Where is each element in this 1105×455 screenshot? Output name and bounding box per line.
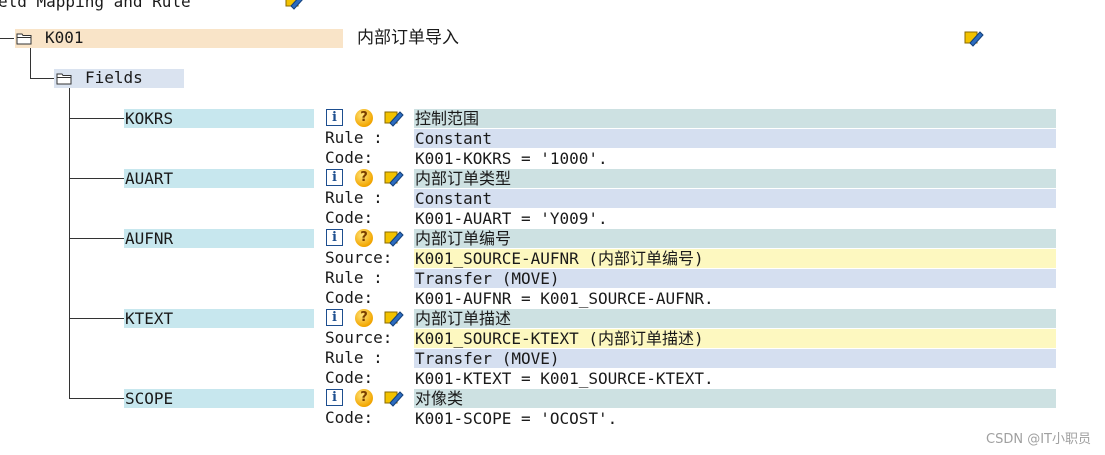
info-icon[interactable]: i — [326, 169, 343, 186]
source-label: Source: — [325, 328, 393, 347]
code-label: Code: — [325, 208, 374, 227]
edit-pencil-icon[interactable] — [384, 109, 404, 127]
info-icon[interactable]: i — [326, 389, 343, 406]
fields-label: Fields — [85, 68, 143, 87]
code-label: Code: — [325, 288, 374, 307]
rule-value: Constant — [414, 189, 1056, 208]
rule-label: Rule : — [325, 188, 383, 207]
edit-pencil-icon[interactable] — [964, 29, 984, 47]
info-icon[interactable]: i — [326, 229, 343, 246]
code-label: Code: — [325, 148, 374, 167]
rule-label: Rule : — [325, 268, 383, 287]
folder-icon[interactable] — [56, 71, 72, 85]
code-value: K001-KOKRS = '1000'. — [414, 149, 1056, 168]
help-icon[interactable]: ? — [355, 309, 373, 327]
code-value: K001-AUART = 'Y009'. — [414, 209, 1056, 228]
code-value: K001-KTEXT = K001_SOURCE-KTEXT. — [414, 369, 1056, 388]
page-title: eld Mapping and Rule — [0, 0, 191, 11]
code-label: Code: — [325, 368, 374, 387]
field-title: 对像类 — [414, 389, 1056, 408]
field-title: 控制范围 — [414, 109, 1056, 128]
source-label: Source: — [325, 248, 393, 267]
code-label: Code: — [325, 408, 374, 427]
help-icon[interactable]: ? — [355, 109, 373, 127]
rule-label: Rule : — [325, 128, 383, 147]
info-icon[interactable]: i — [326, 309, 343, 326]
help-icon[interactable]: ? — [355, 389, 373, 407]
field-name[interactable]: AUFNR — [124, 229, 314, 248]
help-icon[interactable]: ? — [355, 169, 373, 187]
root-description: 内部订单导入 — [357, 28, 459, 48]
edit-pencil-icon[interactable] — [384, 229, 404, 247]
rule-value: Transfer (MOVE) — [414, 269, 1056, 288]
watermark: CSDN @IT小职员 — [986, 432, 1091, 447]
edit-pencil-icon[interactable] — [285, 0, 305, 10]
root-code[interactable]: K001 — [45, 28, 84, 48]
field-title: 内部订单描述 — [414, 309, 1056, 328]
rule-value: Transfer (MOVE) — [414, 349, 1056, 368]
rule-value: Constant — [414, 129, 1056, 148]
field-name[interactable]: KOKRS — [124, 109, 314, 128]
folder-icon[interactable] — [16, 31, 32, 45]
field-name[interactable]: AUART — [124, 169, 314, 188]
edit-pencil-icon[interactable] — [384, 169, 404, 187]
edit-pencil-icon[interactable] — [384, 389, 404, 407]
code-value: K001-SCOPE = 'OCOST'. — [414, 409, 1056, 428]
edit-pencil-icon[interactable] — [384, 309, 404, 327]
field-title: 内部订单编号 — [414, 229, 1056, 248]
source-value: K001_SOURCE-KTEXT (内部订单描述) — [414, 329, 1056, 348]
help-icon[interactable]: ? — [355, 229, 373, 247]
rule-label: Rule : — [325, 348, 383, 367]
source-value: K001_SOURCE-AUFNR (内部订单编号) — [414, 249, 1056, 268]
field-name[interactable]: SCOPE — [124, 389, 314, 408]
code-value: K001-AUFNR = K001_SOURCE-AUFNR. — [414, 289, 1056, 308]
info-icon[interactable]: i — [326, 109, 343, 126]
field-name[interactable]: KTEXT — [124, 309, 314, 328]
field-title: 内部订单类型 — [414, 169, 1056, 188]
